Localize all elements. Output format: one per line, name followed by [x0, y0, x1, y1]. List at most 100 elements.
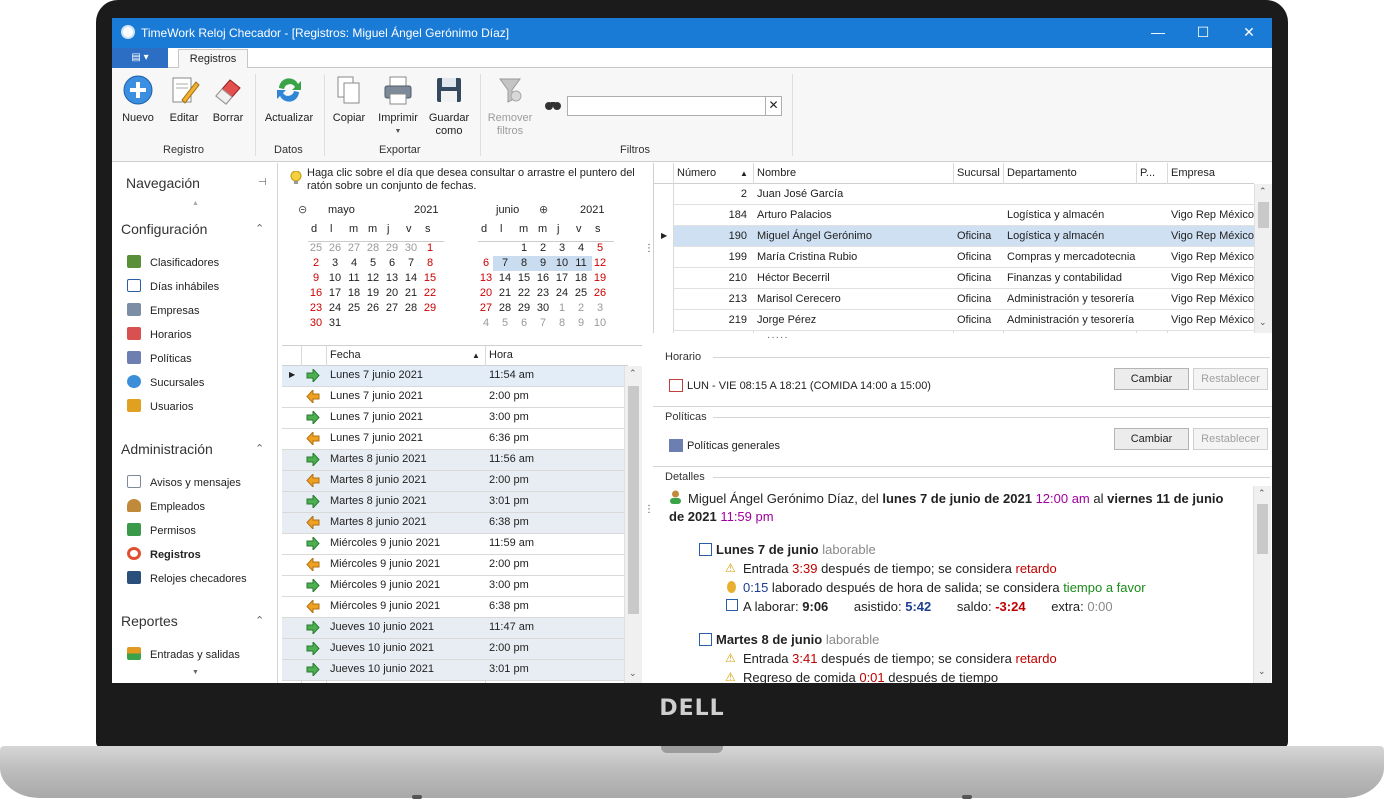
tab-registros[interactable]: Registros	[178, 49, 248, 69]
calendar-day[interactable]: 7	[534, 316, 552, 331]
calendar-day[interactable]: 4	[477, 316, 495, 331]
calendar-day[interactable]: 27	[477, 301, 495, 316]
table-row[interactable]: 2 Juan José García	[674, 184, 1254, 205]
calendar-day[interactable]: 25	[307, 241, 325, 256]
calendar-day[interactable]: 30	[307, 316, 325, 331]
calendar-day[interactable]: 1	[421, 241, 439, 256]
collapse-chevron-icon[interactable]: ⌃	[255, 614, 264, 627]
calendar-day[interactable]: 26	[591, 286, 609, 301]
calendar-day[interactable]: 8	[421, 256, 439, 271]
calendar-day[interactable]: 8	[515, 256, 533, 271]
table-row[interactable]: Lunes 7 junio 2021 6:36 pm	[282, 429, 628, 450]
employees-scrollbar[interactable]: ⌃ ⌄	[1254, 184, 1272, 333]
calendar-day[interactable]: 13	[477, 271, 495, 286]
scroll-down-icon[interactable]: ⌄	[629, 668, 637, 679]
calendar-day[interactable]: 5	[591, 241, 609, 256]
remover-filtros-button[interactable]: Remover filtros	[484, 74, 536, 138]
nav-item-empleados[interactable]: Empleados	[127, 499, 205, 515]
calendar-day[interactable]: 20	[383, 286, 401, 301]
table-row[interactable]: Martes 8 junio 2021 11:56 am	[282, 450, 628, 471]
horario-cambiar-button[interactable]: Cambiar	[1114, 368, 1189, 390]
calendar-day[interactable]: 29	[515, 301, 533, 316]
table-row[interactable]: Martes 8 junio 2021 3:01 pm	[282, 492, 628, 513]
calendar-day[interactable]: 11	[345, 271, 363, 286]
table-row[interactable]: 184 Arturo Palacios Logística y almacén Vig…	[674, 205, 1254, 226]
calendar-day[interactable]: 24	[553, 286, 571, 301]
nav-item-politicas[interactable]: Políticas	[127, 351, 192, 367]
calendar-day[interactable]: 14	[402, 271, 420, 286]
calendar-day[interactable]: 10	[591, 316, 609, 331]
nav-section-reportes[interactable]: Reportes	[121, 613, 178, 629]
guardar-como-button[interactable]: Guardar como	[428, 74, 470, 138]
column-header-p[interactable]: P...	[1140, 167, 1155, 179]
table-row[interactable]: Jueves 10 junio 2021 3:01 pm	[282, 660, 628, 681]
splitter-handle[interactable]: ·····	[767, 332, 789, 343]
table-row[interactable]: Lunes 7 junio 2021 2:00 pm	[282, 387, 628, 408]
table-row[interactable]: 210 Héctor Becerril Oficina Finanzas y cont…	[674, 268, 1254, 289]
calendar-day[interactable]: 18	[572, 271, 590, 286]
scroll-up-icon[interactable]: ⌃	[629, 368, 637, 379]
table-row[interactable]: 199 María Cristina Rubio Oficina Compras y …	[674, 247, 1254, 268]
calendar-day[interactable]: 1	[515, 241, 533, 256]
calendar-day[interactable]: 7	[402, 256, 420, 271]
table-row[interactable]: Jueves 10 junio 2021 11:47 am	[282, 618, 628, 639]
editar-button[interactable]: Editar	[166, 74, 202, 125]
calendar-day[interactable]: 30	[534, 301, 552, 316]
table-row[interactable]: Jueves 10 junio 2021 2:00 pm	[282, 639, 628, 660]
column-header-sucursal[interactable]: Sucursal	[957, 167, 1000, 179]
table-row[interactable]: ▶ Lunes 7 junio 2021 11:54 am	[282, 366, 628, 387]
detalles-scrollbar[interactable]: ⌃ ⌄	[1253, 486, 1271, 683]
scroll-thumb[interactable]	[628, 386, 639, 614]
calendar-day[interactable]: 12	[364, 271, 382, 286]
calendar-day[interactable]: 2	[534, 241, 552, 256]
calendar-day[interactable]: 23	[307, 301, 325, 316]
actualizar-button[interactable]: Actualizar	[262, 74, 316, 125]
pin-icon[interactable]: ⊣	[258, 177, 267, 188]
nav-item-registros[interactable]: Registros	[127, 547, 201, 563]
calendar-day[interactable]: 6	[515, 316, 533, 331]
copiar-button[interactable]: Copiar	[330, 74, 368, 125]
calendar-day[interactable]: 21	[402, 286, 420, 301]
calendar-day[interactable]: 3	[326, 256, 344, 271]
nav-section-administracion[interactable]: Administración	[121, 441, 213, 457]
calendar-day[interactable]: 4	[345, 256, 363, 271]
calendar-day[interactable]: 22	[421, 286, 439, 301]
prev-month-button[interactable]: ⊝	[298, 203, 307, 216]
nav-item-relojes[interactable]: Relojes checadores	[127, 571, 247, 587]
calendar-day[interactable]: 20	[477, 286, 495, 301]
calendar-day[interactable]: 18	[345, 286, 363, 301]
search-input[interactable]: ✕	[567, 96, 782, 116]
calendar-day[interactable]: 28	[496, 301, 514, 316]
calendar-day[interactable]: 17	[553, 271, 571, 286]
calendar-day[interactable]: 6	[477, 256, 495, 271]
calendar-day[interactable]: 3	[553, 241, 571, 256]
column-header-nombre[interactable]: Nombre	[757, 167, 796, 179]
calendar-day[interactable]: 12	[591, 256, 609, 271]
politicas-restablecer-button[interactable]: Restablecer	[1193, 428, 1268, 450]
calendar-day[interactable]: 9	[534, 256, 552, 271]
scroll-up-icon[interactable]: ▲	[192, 200, 199, 207]
nav-item-usuarios[interactable]: Usuarios	[127, 399, 193, 415]
calendar-day[interactable]: 9	[572, 316, 590, 331]
table-row[interactable]: Martes 8 junio 2021 2:00 pm	[282, 471, 628, 492]
calendar-day[interactable]: 21	[496, 286, 514, 301]
table-row[interactable]: Miércoles 9 junio 2021 3:00 pm	[282, 576, 628, 597]
calendar-day[interactable]: 6	[383, 256, 401, 271]
scroll-up-icon[interactable]: ⌃	[1259, 186, 1267, 197]
records-scrollbar[interactable]: ⌃ ⌄	[624, 366, 642, 683]
calendar-day[interactable]: 25	[345, 301, 363, 316]
nav-item-permisos[interactable]: Permisos	[127, 523, 196, 539]
nav-item-sucursales[interactable]: Sucursales	[127, 375, 204, 391]
calendar-day[interactable]: 26	[364, 301, 382, 316]
nav-item-empresas[interactable]: Empresas	[127, 303, 200, 319]
nav-item-avisos[interactable]: Avisos y mensajes	[127, 475, 241, 491]
scroll-up-icon[interactable]: ⌃	[1258, 488, 1266, 499]
calendar-day[interactable]: 4	[572, 241, 590, 256]
table-row[interactable]: Lunes 7 junio 2021 3:00 pm	[282, 408, 628, 429]
column-header-departamento[interactable]: Departamento	[1007, 167, 1077, 179]
imprimir-button[interactable]: Imprimir ▼	[376, 74, 420, 138]
calendar-day[interactable]: 23	[534, 286, 552, 301]
calendar-day[interactable]: 27	[345, 241, 363, 256]
calendar-day[interactable]: 7	[496, 256, 514, 271]
column-header-hora[interactable]: Hora	[489, 349, 513, 361]
